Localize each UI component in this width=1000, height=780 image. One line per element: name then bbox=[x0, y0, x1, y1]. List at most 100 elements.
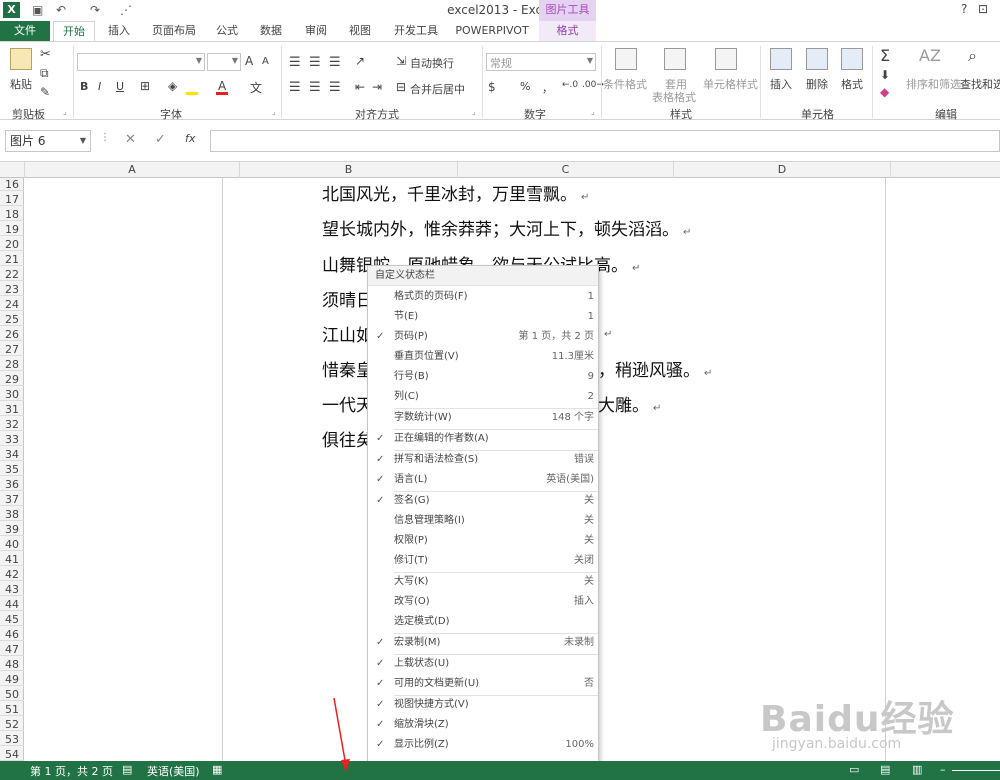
row-header-item[interactable]: 28 bbox=[0, 358, 24, 371]
underline-button[interactable]: U bbox=[116, 80, 124, 93]
conditional-format-button[interactable]: 条件格式 bbox=[603, 76, 647, 92]
cut-icon[interactable]: ✂ bbox=[40, 47, 51, 62]
format-cells-button[interactable]: 格式 bbox=[841, 76, 863, 92]
format-cells-icon[interactable] bbox=[841, 48, 863, 70]
tab-format[interactable]: 格式 bbox=[539, 21, 596, 41]
cancel-icon[interactable]: ✕ bbox=[125, 132, 136, 147]
row-header-item[interactable]: 53 bbox=[0, 733, 24, 746]
cell-styles-icon[interactable] bbox=[715, 48, 737, 70]
row-header-item[interactable]: 32 bbox=[0, 418, 24, 431]
menu-item[interactable]: 格式页的页码(F) 1 bbox=[368, 287, 598, 307]
column-header-e[interactable]: E bbox=[891, 162, 1000, 178]
enter-icon[interactable]: ✓ bbox=[155, 132, 166, 147]
delete-cells-button[interactable]: 删除 bbox=[806, 76, 828, 92]
italic-button[interactable]: I bbox=[98, 80, 101, 93]
row-header-item[interactable]: 49 bbox=[0, 673, 24, 686]
conditional-format-icon[interactable] bbox=[615, 48, 637, 70]
wrap-text-button[interactable]: 自动换行 bbox=[410, 55, 454, 71]
tab-view[interactable]: 视图 bbox=[341, 21, 379, 41]
menu-item[interactable]: ✓ 视图快捷方式(V) bbox=[368, 695, 598, 715]
select-all-corner[interactable] bbox=[0, 162, 25, 178]
clipboard-launcher-icon[interactable]: ⌟ bbox=[63, 107, 67, 116]
row-header-item[interactable]: 52 bbox=[0, 718, 24, 731]
paste-label[interactable]: 粘贴 bbox=[10, 76, 32, 92]
row-header-item[interactable]: 25 bbox=[0, 313, 24, 326]
find-select-button[interactable]: 查找和选 bbox=[960, 76, 1000, 92]
row-header-item[interactable]: 36 bbox=[0, 478, 24, 491]
tab-formulas[interactable]: 公式 bbox=[208, 21, 246, 41]
status-page[interactable]: 第 1 页，共 2 页 bbox=[30, 763, 113, 779]
menu-item[interactable]: 权限(P) 关 bbox=[368, 531, 598, 551]
menu-item[interactable]: 列(C) 2 bbox=[368, 387, 598, 407]
clear-icon[interactable]: ◆ bbox=[880, 85, 889, 99]
menu-item[interactable]: 改写(O) 插入 bbox=[368, 592, 598, 612]
border-icon[interactable]: ⊞ bbox=[140, 79, 150, 93]
status-language[interactable]: 英语(美国) bbox=[147, 763, 200, 779]
print-layout-icon[interactable]: ▤ bbox=[880, 763, 890, 776]
menu-item[interactable]: 字数统计(W) 148 个字 bbox=[368, 408, 598, 428]
row-header-item[interactable]: 29 bbox=[0, 373, 24, 386]
format-painter-icon[interactable]: ✎ bbox=[40, 85, 50, 99]
tab-review[interactable]: 审阅 bbox=[297, 21, 335, 41]
increase-decimal-icon[interactable]: ←.0 bbox=[562, 80, 578, 90]
read-mode-icon[interactable]: ▭ bbox=[849, 763, 859, 776]
row-header-item[interactable]: 42 bbox=[0, 568, 24, 581]
autosum-icon[interactable]: Σ bbox=[880, 46, 890, 65]
column-header-c[interactable]: C bbox=[458, 162, 674, 178]
menu-item[interactable]: ✓ 正在编辑的作者数(A) bbox=[368, 429, 598, 449]
merge-center-button[interactable]: 合并后居中 bbox=[410, 81, 465, 97]
menu-item[interactable]: ✓ 语言(L) 英语(美国) bbox=[368, 470, 598, 490]
fill-color-icon[interactable]: ◈ bbox=[168, 79, 177, 93]
row-header-item[interactable]: 46 bbox=[0, 628, 24, 641]
wrap-text-icon[interactable]: ⇲ bbox=[396, 54, 406, 68]
table-format-icon[interactable] bbox=[664, 48, 686, 70]
chevron-down-icon[interactable]: ▼ bbox=[80, 131, 86, 151]
status-bar[interactable]: 第 1 页，共 2 页 ▤ 英语(美国) ▦ ▭ ▤ ▥ – bbox=[0, 761, 1000, 780]
web-layout-icon[interactable]: ▥ bbox=[912, 763, 922, 776]
currency-icon[interactable]: $ bbox=[488, 80, 496, 94]
row-header-item[interactable]: 33 bbox=[0, 433, 24, 446]
decrease-indent-icon[interactable]: ⇤ bbox=[355, 80, 365, 94]
align-right-icon[interactable]: ☰ bbox=[329, 80, 341, 95]
row-header-item[interactable]: 39 bbox=[0, 523, 24, 536]
tab-file[interactable]: 文件 bbox=[0, 21, 50, 41]
row-header-item[interactable]: 23 bbox=[0, 283, 24, 296]
menu-item[interactable]: ✓ 宏录制(M) 未录制 bbox=[368, 633, 598, 653]
row-header-item[interactable]: 27 bbox=[0, 343, 24, 356]
fill-icon[interactable]: ⬇ bbox=[880, 68, 890, 82]
find-select-icon[interactable]: ⌕ bbox=[968, 46, 977, 66]
menu-item[interactable]: 行号(B) 9 bbox=[368, 367, 598, 387]
tab-powerpivot[interactable]: POWERPIVOT bbox=[452, 21, 532, 41]
row-header-item[interactable]: 31 bbox=[0, 403, 24, 416]
row-header-item[interactable]: 22 bbox=[0, 268, 24, 281]
font-size-combo[interactable]: ▼ bbox=[207, 53, 241, 71]
row-header-item[interactable]: 35 bbox=[0, 463, 24, 476]
row-header-item[interactable]: 54 bbox=[0, 748, 24, 761]
shrink-font-icon[interactable]: A bbox=[262, 56, 269, 67]
name-box[interactable]: 图片 6 ▼ bbox=[5, 130, 91, 152]
insert-function-icon[interactable]: fx bbox=[185, 132, 195, 145]
row-header-item[interactable]: 38 bbox=[0, 508, 24, 521]
row-header-item[interactable]: 18 bbox=[0, 208, 24, 221]
row-header-item[interactable]: 19 bbox=[0, 223, 24, 236]
insert-cells-icon[interactable] bbox=[770, 48, 792, 70]
comma-icon[interactable]: ， bbox=[542, 80, 553, 96]
cell-styles-button[interactable]: 单元格样式 bbox=[703, 76, 758, 92]
row-header-item[interactable]: 47 bbox=[0, 643, 24, 656]
font-name-combo[interactable]: ▼ bbox=[77, 53, 205, 71]
sort-filter-icon[interactable]: AZ bbox=[919, 46, 941, 65]
menu-item[interactable]: ✓ 显示比例(Z) 100% bbox=[368, 735, 598, 755]
copy-icon[interactable]: ⧉ bbox=[40, 66, 49, 81]
menu-item[interactable]: ✓ 缩放滑块(Z) bbox=[368, 715, 598, 735]
menu-item[interactable]: 大写(K) 关 bbox=[368, 572, 598, 592]
tab-insert[interactable]: 插入 bbox=[100, 21, 138, 41]
menu-item[interactable]: ✓ 页码(P) 第 1 页，共 2 页 bbox=[368, 327, 598, 347]
row-header-item[interactable]: 21 bbox=[0, 253, 24, 266]
menu-item[interactable]: ✓ 可用的文档更新(U) 否 bbox=[368, 674, 598, 694]
row-header-item[interactable]: 51 bbox=[0, 703, 24, 716]
font-color-icon[interactable]: A bbox=[218, 79, 226, 93]
ribbon-display-icon[interactable]: ⊡ bbox=[978, 2, 988, 16]
orientation-icon[interactable]: ↗ bbox=[355, 54, 365, 68]
grow-font-icon[interactable]: A bbox=[245, 54, 253, 68]
formula-input[interactable] bbox=[210, 130, 1000, 152]
